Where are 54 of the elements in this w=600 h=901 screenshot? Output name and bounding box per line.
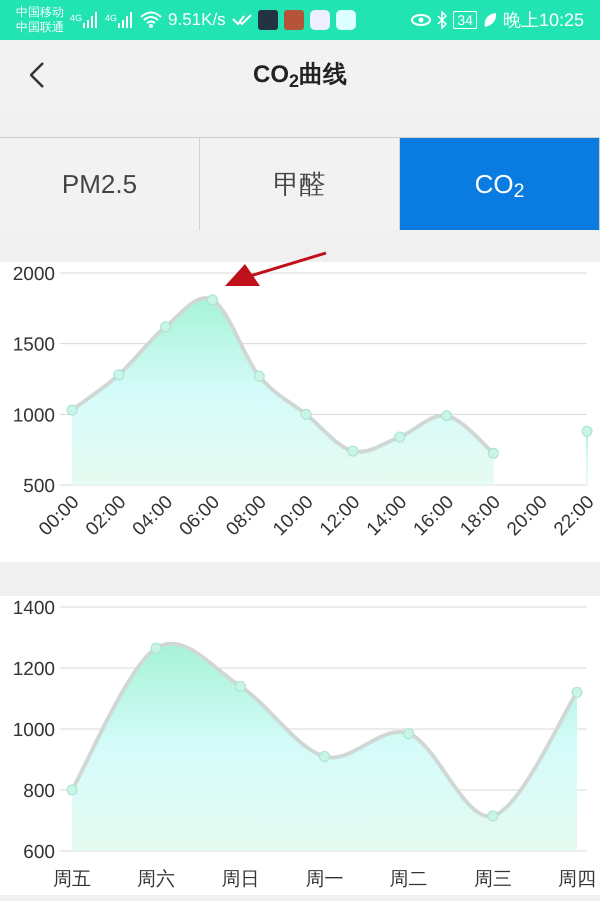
- signal-icon: [83, 12, 100, 28]
- y-axis-label: 1000: [12, 405, 55, 426]
- y-axis-label: 800: [23, 781, 55, 802]
- data-point: [66, 784, 78, 796]
- data-point: [66, 404, 78, 416]
- app-icon: [310, 10, 330, 30]
- leaf-icon: [482, 12, 497, 28]
- carrier-name: 中国移动: [16, 5, 64, 20]
- check-icon: [232, 14, 252, 26]
- y-axis-label: 1400: [12, 598, 55, 619]
- x-axis-label: 周日: [221, 869, 260, 890]
- y-axis-label: 2000: [12, 264, 55, 285]
- y-axis-label: 500: [23, 476, 55, 497]
- data-point: [394, 431, 406, 442]
- data-point: [113, 369, 124, 380]
- data-point: [206, 294, 218, 306]
- y-axis-label: 1500: [12, 334, 55, 356]
- y-axis-label: 1200: [12, 659, 55, 680]
- data-point: [254, 370, 265, 382]
- x-axis-label: 周四: [558, 869, 596, 890]
- clock: 晚上10:25: [502, 8, 584, 32]
- x-axis-label: 周一: [306, 869, 344, 890]
- page-title: CO$_{2}$曲线: [252, 60, 347, 92]
- data-point: [234, 680, 246, 692]
- data-point: [487, 810, 498, 822]
- data-point: [160, 321, 172, 332]
- data-point: [403, 728, 414, 740]
- app-icon: [336, 10, 356, 30]
- network-speed: 9.51K/s: [168, 9, 226, 32]
- data-point: [150, 642, 162, 654]
- x-axis-label: 周五: [53, 869, 91, 890]
- network-type: 4G: [70, 12, 82, 25]
- data-point: [572, 686, 582, 698]
- app-icon: [258, 10, 278, 30]
- bluetooth-icon: [437, 11, 448, 29]
- eye-icon: [411, 13, 432, 27]
- signal-icon: [118, 12, 134, 28]
- data-point: [488, 448, 499, 459]
- data-point: [300, 408, 312, 420]
- data-point: [582, 426, 592, 437]
- carrier-name: 中国联通: [16, 20, 64, 35]
- tab[interactable]: CO$_{2}$: [400, 138, 600, 230]
- x-axis-label: 周二: [390, 869, 428, 890]
- y-axis-label: 1000: [12, 720, 55, 741]
- app-icon: [284, 10, 304, 30]
- y-axis-label: 600: [23, 842, 55, 863]
- x-axis-label: 周三: [474, 869, 512, 890]
- x-axis-label: 周六: [137, 869, 176, 890]
- data-point: [347, 446, 358, 457]
- wifi-icon: [140, 11, 162, 29]
- battery-level: 34: [453, 11, 477, 29]
- data-point: [441, 410, 452, 422]
- network-type: 4G: [105, 12, 118, 25]
- data-point: [319, 750, 330, 762]
